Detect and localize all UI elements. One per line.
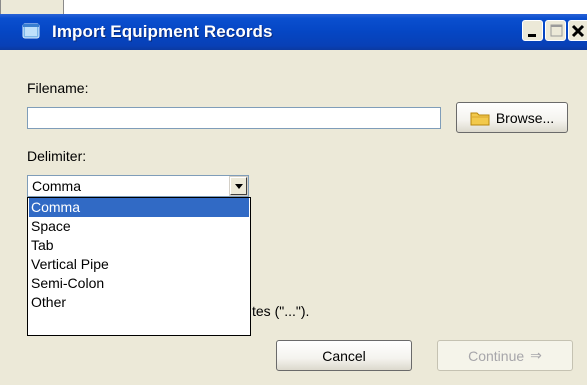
import-dialog: Import Equipment Records Filename: Brows… [0,14,587,385]
dropdown-option-tab[interactable]: Tab [29,236,249,255]
maximize-button[interactable] [545,20,566,41]
arrow-right-icon: ⇒ [530,347,542,363]
app-window-icon [22,23,40,39]
minimize-button[interactable] [522,20,543,41]
continue-button[interactable]: Continue ⇒ [437,340,573,371]
delimiter-select[interactable]: Comma [27,175,249,197]
delimiter-selected-value: Comma [32,178,82,194]
delimiter-dropdown-list: Comma Space Tab Vertical Pipe Semi-Colon… [27,197,251,336]
folder-icon [470,110,490,126]
dropdown-option-other[interactable]: Other [29,293,249,312]
chevron-down-icon[interactable] [229,176,248,196]
dropdown-option-vertical-pipe[interactable]: Vertical Pipe [29,255,249,274]
obscured-option-text: tes ("..."). [252,303,310,319]
continue-label: Continue [468,347,525,364]
filename-label: Filename: [27,80,89,96]
dropdown-option-semi-colon[interactable]: Semi-Colon [29,274,249,293]
title-bar[interactable]: Import Equipment Records [0,14,587,50]
dropdown-option-comma[interactable]: Comma [29,198,249,217]
browse-label: Browse... [495,109,555,126]
window-title: Import Equipment Records [52,22,273,41]
filename-input[interactable] [27,107,441,129]
dropdown-option-space[interactable]: Space [29,217,249,236]
cancel-button[interactable]: Cancel [276,340,412,371]
background-window-fragment [0,0,64,15]
delimiter-label: Delimiter: [27,148,87,164]
close-button[interactable] [568,20,587,41]
browse-button[interactable]: Browse... [456,102,568,133]
